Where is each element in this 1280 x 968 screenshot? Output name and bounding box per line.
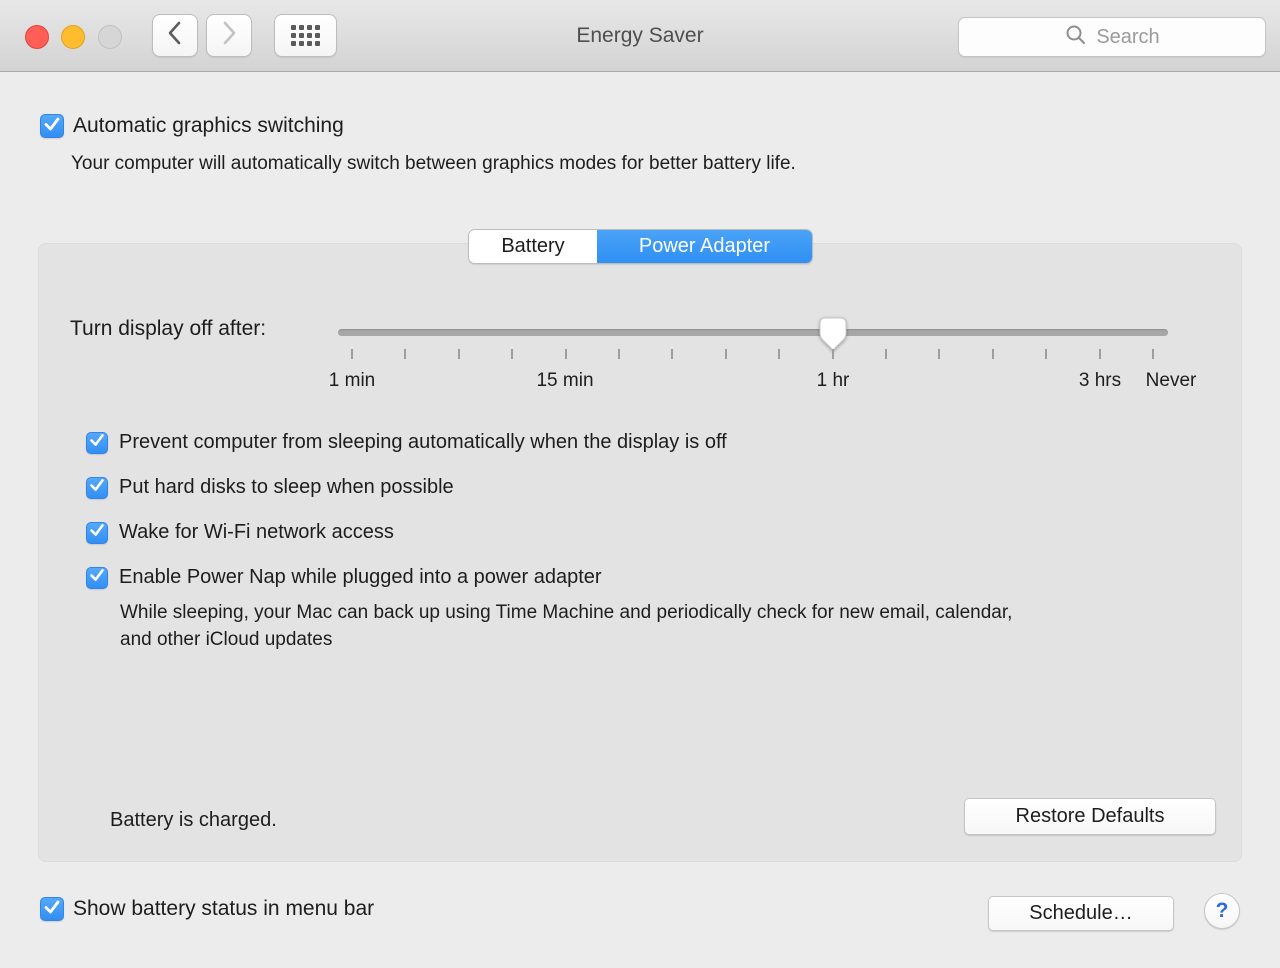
prevent-sleep-label: Prevent computer from sleeping automatic… xyxy=(119,431,727,454)
power-source-tabs: Battery Power Adapter xyxy=(468,229,813,264)
show-battery-status-checkbox[interactable] xyxy=(40,897,64,921)
energy-saver-window: Energy Saver Search Automatic graphics s… xyxy=(0,0,1280,968)
tab-power-adapter[interactable]: Power Adapter xyxy=(597,230,812,263)
help-button[interactable]: ? xyxy=(1204,893,1240,929)
chevron-left-icon xyxy=(164,19,186,52)
search-icon xyxy=(1064,23,1088,52)
battery-status-text: Battery is charged. xyxy=(110,809,277,832)
option-row-prevent-sleep: Prevent computer from sleeping automatic… xyxy=(86,431,1196,454)
slider-ticks xyxy=(338,348,1168,360)
tab-battery[interactable]: Battery xyxy=(469,230,597,263)
wake-wifi-checkbox[interactable] xyxy=(86,522,108,544)
checkmark-icon xyxy=(40,895,64,924)
show-all-button[interactable] xyxy=(274,14,337,57)
automatic-graphics-switching-row: Automatic graphics switching xyxy=(40,114,344,138)
prevent-sleep-checkbox[interactable] xyxy=(86,432,108,454)
hard-disks-sleep-label: Put hard disks to sleep when possible xyxy=(119,476,454,499)
minimize-button[interactable] xyxy=(61,25,85,49)
checkmark-icon xyxy=(86,474,108,501)
slider-tick-labels: 1 min 15 min 1 hr 3 hrs Never xyxy=(338,370,1183,396)
hard-disks-sleep-checkbox[interactable] xyxy=(86,477,108,499)
graphics-switching-description: Your computer will automatically switch … xyxy=(71,153,796,175)
question-mark-icon: ? xyxy=(1216,899,1229,923)
power-nap-checkbox[interactable] xyxy=(86,567,108,589)
display-off-slider-track[interactable] xyxy=(338,329,1168,336)
power-nap-label: Enable Power Nap while plugged into a po… xyxy=(119,566,602,589)
tick-label-3hrs: 3 hrs xyxy=(1079,370,1121,392)
titlebar: Energy Saver Search xyxy=(0,0,1280,72)
checkmark-icon xyxy=(86,564,108,591)
automatic-graphics-switching-checkbox[interactable] xyxy=(40,114,64,138)
checkmark-icon xyxy=(40,112,64,141)
back-button[interactable] xyxy=(152,14,198,57)
menu-bar-option-row: Show battery status in menu bar xyxy=(40,897,374,921)
tick-label-never: Never xyxy=(1146,370,1197,392)
grid-icon xyxy=(291,25,320,46)
chevron-right-icon xyxy=(218,19,240,52)
option-row-wake-wifi: Wake for Wi-Fi network access xyxy=(86,521,1196,544)
tick-label-1hr: 1 hr xyxy=(817,370,850,392)
tick-label-15min: 15 min xyxy=(536,370,593,392)
close-button[interactable] xyxy=(25,25,49,49)
option-row-hard-disks: Put hard disks to sleep when possible xyxy=(86,476,1196,499)
power-nap-description: While sleeping, your Mac can back up usi… xyxy=(120,599,1020,653)
power-options-list: Prevent computer from sleeping automatic… xyxy=(86,431,1196,611)
restore-defaults-button[interactable]: Restore Defaults xyxy=(964,798,1216,835)
option-row-power-nap: Enable Power Nap while plugged into a po… xyxy=(86,566,1196,589)
checkmark-icon xyxy=(86,519,108,546)
fullscreen-button-disabled xyxy=(98,25,122,49)
wake-wifi-label: Wake for Wi-Fi network access xyxy=(119,521,394,544)
forward-button xyxy=(206,14,252,57)
search-placeholder: Search xyxy=(1096,26,1159,49)
checkmark-icon xyxy=(86,429,108,456)
automatic-graphics-switching-label: Automatic graphics switching xyxy=(73,114,344,138)
display-off-slider-thumb[interactable] xyxy=(819,317,847,352)
show-battery-status-label: Show battery status in menu bar xyxy=(73,897,374,921)
schedule-button[interactable]: Schedule… xyxy=(988,896,1174,931)
tick-label-1min: 1 min xyxy=(329,370,375,392)
search-field[interactable]: Search xyxy=(958,17,1266,57)
display-off-slider-label: Turn display off after: xyxy=(70,317,266,341)
